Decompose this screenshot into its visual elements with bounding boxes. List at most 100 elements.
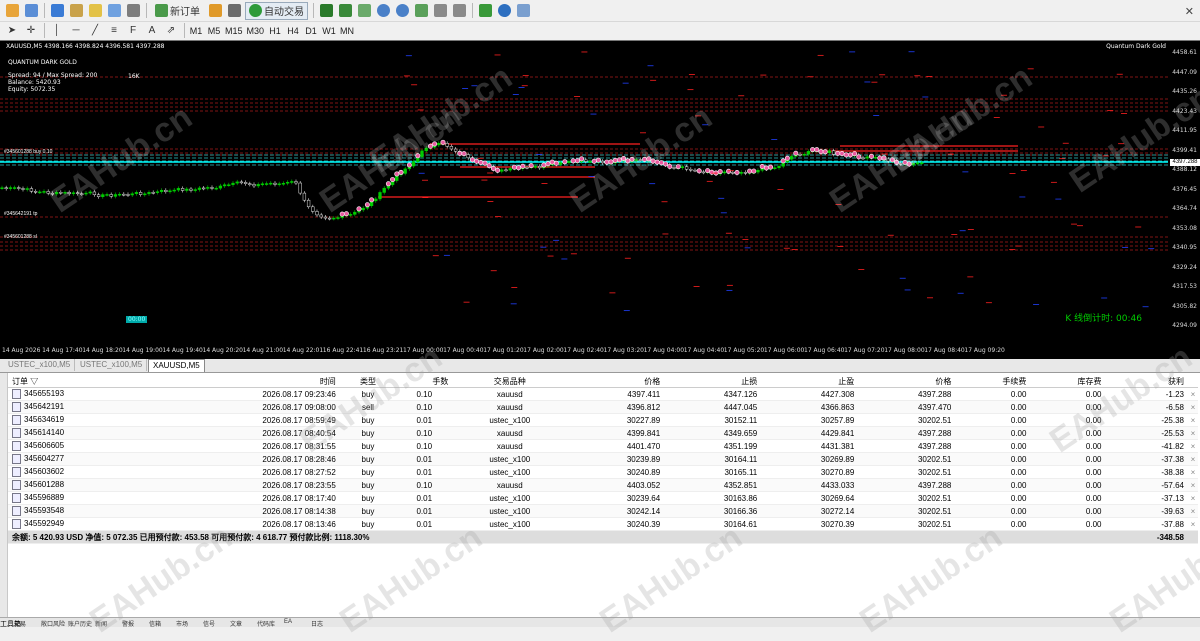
table-row[interactable]: 345655193 2026.08.17 09:23:46 buy 0.10 xauus… bbox=[8, 387, 1198, 401]
terminal-tab[interactable]: 日志 bbox=[311, 619, 323, 628]
close-order-icon[interactable]: × bbox=[1188, 400, 1198, 414]
zoom-in-icon[interactable] bbox=[375, 3, 391, 19]
terminal-tab[interactable]: 账户历史 bbox=[68, 619, 92, 628]
autoscroll-icon[interactable] bbox=[451, 3, 467, 19]
close-order-icon[interactable]: × bbox=[1188, 439, 1198, 453]
table-row[interactable]: 345596889 2026.08.17 08:17:40 buy 0.01 ustec… bbox=[8, 491, 1198, 505]
table-row[interactable]: 345642191 2026.08.17 09:08:00 sell 0.10 xauu… bbox=[8, 400, 1198, 414]
terminal-tab[interactable]: EA bbox=[284, 619, 292, 625]
table-row[interactable]: 345614140 2026.08.17 08:40:54 buy 0.10 xauus… bbox=[8, 426, 1198, 440]
channel-icon[interactable]: ≡ bbox=[106, 23, 122, 39]
crosshair-icon[interactable]: ✛ bbox=[23, 23, 39, 39]
arrow-tool-icon[interactable]: ⇗ bbox=[163, 23, 179, 39]
close-order-icon[interactable]: × bbox=[1188, 491, 1198, 505]
autotrading-button[interactable]: 自动交易 bbox=[245, 1, 308, 20]
table-cell: 0.01 bbox=[396, 504, 453, 518]
templates-icon[interactable] bbox=[515, 3, 531, 19]
tester-icon[interactable] bbox=[125, 3, 141, 19]
fibonacci-icon[interactable]: F bbox=[125, 23, 141, 39]
close-order-icon[interactable]: × bbox=[1188, 465, 1198, 479]
terminal-tab[interactable]: 文章 bbox=[230, 619, 242, 628]
close-icon[interactable]: ✕ bbox=[1185, 5, 1194, 18]
timeframe-button-mn[interactable]: MN bbox=[340, 23, 354, 39]
column-header[interactable]: 价格 bbox=[858, 376, 956, 388]
terminal-tab[interactable]: 敞口风险 bbox=[41, 619, 65, 628]
cursor-icon[interactable]: ➤ bbox=[4, 23, 20, 39]
candle-body bbox=[71, 192, 76, 195]
chart-tab-active[interactable]: XAUUSD,M5 bbox=[148, 359, 205, 372]
column-header[interactable]: 止盈 bbox=[761, 376, 859, 388]
candlestick-icon[interactable] bbox=[337, 3, 353, 19]
terminal-tab[interactable]: 新闻 bbox=[95, 619, 107, 628]
close-order-icon[interactable]: × bbox=[1188, 426, 1198, 440]
text-tool-icon[interactable]: A bbox=[144, 23, 160, 39]
terminal-tab[interactable]: 警报 bbox=[122, 619, 134, 628]
column-header[interactable]: 类型 bbox=[339, 376, 397, 388]
column-header[interactable]: 手续费 bbox=[955, 376, 1031, 388]
column-header[interactable]: 交易品种 bbox=[452, 376, 568, 388]
table-row[interactable]: 345604277 2026.08.17 08:28:46 buy 0.01 ustec… bbox=[8, 452, 1198, 466]
terminal-tab[interactable]: 代码库 bbox=[257, 619, 275, 628]
chart-tab[interactable]: USTEC_x100,M5 bbox=[4, 359, 76, 371]
terminal-icon[interactable] bbox=[106, 3, 122, 19]
terminal-tab[interactable]: 信箱 bbox=[149, 619, 161, 628]
timeframe-button-d1[interactable]: D1 bbox=[304, 23, 318, 39]
vertical-line-icon[interactable]: │ bbox=[49, 23, 65, 39]
close-order-icon[interactable]: × bbox=[1188, 517, 1198, 531]
timeframe-button-m30[interactable]: M30 bbox=[247, 23, 265, 39]
table-cell: 30164.61 bbox=[664, 517, 762, 531]
column-header[interactable]: 获利 bbox=[1105, 376, 1188, 388]
timeframe-button-h1[interactable]: H1 bbox=[268, 23, 282, 39]
table-row[interactable]: 345592949 2026.08.17 08:13:46 buy 0.01 ustec… bbox=[8, 517, 1198, 531]
candle-body bbox=[252, 184, 256, 187]
table-row[interactable]: 345601288 2026.08.17 08:23:55 buy 0.10 xauus… bbox=[8, 478, 1198, 492]
timeframe-button-m5[interactable]: M5 bbox=[207, 23, 221, 39]
data-window-icon[interactable] bbox=[68, 3, 84, 19]
close-order-icon[interactable]: × bbox=[1188, 413, 1198, 427]
table-row[interactable]: 345603602 2026.08.17 08:27:52 buy 0.01 ustec… bbox=[8, 465, 1198, 479]
timeframe-button-h4[interactable]: H4 bbox=[286, 23, 300, 39]
close-order-icon[interactable]: × bbox=[1188, 478, 1198, 492]
close-order-icon[interactable]: × bbox=[1188, 504, 1198, 518]
new-order-button[interactable]: 新订单 bbox=[151, 2, 204, 20]
chart-shift-icon[interactable] bbox=[432, 3, 448, 19]
column-header[interactable]: 时间 bbox=[148, 376, 340, 388]
line-chart-icon[interactable] bbox=[356, 3, 372, 19]
periods-icon[interactable] bbox=[496, 3, 512, 19]
terminal-tab[interactable]: 信号 bbox=[203, 619, 215, 628]
order-id: 345655193 bbox=[24, 389, 65, 399]
column-header[interactable]: 订单 ▽ bbox=[8, 376, 149, 388]
time-tick-label: 17 Aug 02:00 bbox=[523, 347, 564, 354]
column-header[interactable]: 库存费 bbox=[1030, 376, 1106, 388]
profiles-icon[interactable] bbox=[23, 3, 39, 19]
close-order-icon[interactable]: × bbox=[1188, 387, 1198, 401]
signals-icon[interactable] bbox=[226, 3, 242, 19]
time-tick-label: 17 Aug 06:40 bbox=[804, 347, 845, 354]
column-header[interactable]: 止损 bbox=[664, 376, 762, 388]
table-row[interactable]: 345634619 2026.08.17 08:59:49 buy 0.01 ustec… bbox=[8, 413, 1198, 427]
terminal-tab[interactable]: 市场 bbox=[176, 619, 188, 628]
zoom-out-icon[interactable] bbox=[394, 3, 410, 19]
candle-body bbox=[101, 194, 105, 197]
price-chart[interactable]: XAUUSD,M5 4398.166 4398.824 4396.581 439… bbox=[0, 40, 1200, 359]
tile-windows-icon[interactable] bbox=[413, 3, 429, 19]
table-row[interactable]: 345593548 2026.08.17 08:14:38 buy 0.01 ustec… bbox=[8, 504, 1198, 518]
timeframe-button-w1[interactable]: W1 bbox=[322, 23, 336, 39]
new-chart-icon[interactable] bbox=[4, 3, 20, 19]
trendline-icon[interactable]: ╱ bbox=[87, 23, 103, 39]
column-header[interactable]: 手数 bbox=[396, 376, 453, 388]
market-watch-icon[interactable] bbox=[49, 3, 65, 19]
trade-marker bbox=[398, 169, 404, 175]
column-header[interactable]: 价格 bbox=[567, 376, 665, 388]
navigator-icon[interactable] bbox=[87, 3, 103, 19]
metaeditor-icon[interactable] bbox=[207, 3, 223, 19]
indicators-icon[interactable] bbox=[477, 3, 493, 19]
bar-chart-icon[interactable] bbox=[318, 3, 334, 19]
table-row[interactable]: 345606605 2026.08.17 08:31:55 buy 0.10 xauus… bbox=[8, 439, 1198, 453]
timeframe-button-m1[interactable]: M1 bbox=[189, 23, 203, 39]
chart-tab[interactable]: USTEC_x100,M5 bbox=[76, 359, 148, 371]
timeframe-button-m15[interactable]: M15 bbox=[225, 23, 243, 39]
table-cell: 0.01 bbox=[396, 517, 453, 531]
close-order-icon[interactable]: × bbox=[1188, 452, 1198, 466]
horizontal-line-icon[interactable]: ─ bbox=[68, 23, 84, 39]
